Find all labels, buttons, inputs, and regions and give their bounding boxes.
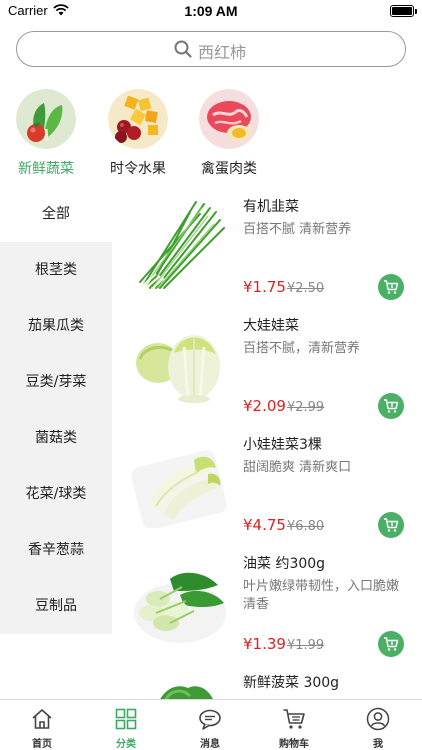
product-price: ¥1.39¥1.99 (243, 635, 324, 653)
search-input[interactable]: 西红柿 (16, 31, 406, 67)
tab-cart[interactable]: 购物车 (252, 700, 336, 750)
sidebar-item-mushrooms[interactable]: 菌菇类 (0, 410, 112, 466)
product-name: 有机韭菜 (243, 199, 299, 215)
top-category-fruits[interactable]: 时令水果 (98, 89, 178, 178)
product-card[interactable]: 小娃娃菜3棵 甜阔脆爽 清新爽口 ¥4.75¥6.80 (120, 426, 422, 546)
cart-add-icon (384, 637, 399, 651)
tab-label: 我 (373, 739, 383, 750)
category-sidebar: 全部 根茎类 茄果瓜类 豆类/芽菜 菌菇类 花菜/球类 香辛葱蒜 豆制品 (0, 186, 112, 634)
sidebar-item-solanaceous-gourds[interactable]: 茄果瓜类 (0, 298, 112, 354)
product-card[interactable]: 有机韭菜 百搭不腻 清新营养 ¥1.75¥2.50 (120, 188, 422, 308)
original-price: ¥2.99 (286, 400, 325, 415)
status-bar: Carrier 1:09 AM (0, 0, 422, 22)
add-to-cart-button[interactable] (378, 274, 404, 300)
add-to-cart-button[interactable] (378, 631, 404, 657)
product-card[interactable]: 大娃娃菜 百搭不腻，清新营养 ¥2.09¥2.99 (120, 307, 422, 427)
cart-add-icon (384, 518, 399, 532)
product-description: 百搭不腻，清新营养 (243, 341, 361, 356)
tab-label: 消息 (200, 739, 220, 750)
top-category-label: 新鲜蔬菜 (18, 161, 74, 177)
product-name: 油菜 约300g (243, 556, 326, 572)
sidebar-item-beans-sprouts[interactable]: 豆类/芽菜 (0, 354, 112, 410)
bottom-tab-bar: 首页 分类 消息 购物车 我 (0, 699, 422, 750)
product-name: 新鲜菠菜 300g (243, 675, 340, 691)
chives-image (139, 201, 225, 290)
product-description: 叶片嫩绿带韧性，入口脆嫩清香 (243, 579, 400, 612)
cart-add-icon (384, 399, 399, 413)
top-category-meat[interactable]: 禽蛋肉类 (189, 89, 269, 178)
spinach-image (160, 686, 213, 699)
tab-label: 分类 (116, 739, 136, 750)
baby-cabbage-image (131, 450, 227, 528)
current-price: ¥2.09 (243, 397, 286, 415)
search-placeholder: 西红柿 (198, 43, 247, 62)
sidebar-item-spices[interactable]: 香辛葱蒜 (0, 522, 112, 578)
bok-choy-image (134, 572, 226, 643)
product-price: ¥4.75¥6.80 (243, 516, 324, 534)
tab-profile[interactable]: 我 (336, 700, 420, 750)
current-price: ¥1.75 (243, 278, 286, 296)
add-to-cart-button[interactable] (378, 393, 404, 419)
battery-icon (390, 5, 417, 17)
tab-category[interactable]: 分类 (84, 700, 168, 750)
fruits-image (108, 89, 168, 149)
cart-icon (283, 709, 305, 729)
product-description: 甜阔脆爽 清新爽口 (243, 460, 352, 475)
product-name: 小娃娃菜3棵 (243, 437, 322, 453)
product-card[interactable]: 油菜 约300g 叶片嫩绿带韧性，入口脆嫩清香 ¥1.39¥1.99 (120, 545, 422, 665)
cart-add-icon (384, 280, 399, 294)
original-price: ¥1.99 (286, 638, 325, 653)
meat-image (199, 89, 259, 149)
top-category-vegetables[interactable]: 新鲜蔬菜 (6, 89, 86, 178)
tab-messages[interactable]: 消息 (168, 700, 252, 750)
original-price: ¥2.50 (286, 281, 325, 296)
top-category-label: 时令水果 (110, 161, 166, 177)
add-to-cart-button[interactable] (378, 512, 404, 538)
tab-label: 购物车 (279, 739, 309, 750)
message-icon (199, 709, 221, 730)
napa-cabbage-image (136, 335, 220, 403)
current-price: ¥1.39 (243, 635, 286, 653)
sidebar-item-cauliflower[interactable]: 花菜/球类 (0, 466, 112, 522)
product-card[interactable]: 新鲜菠菜 300g (120, 664, 422, 699)
search-icon (174, 40, 192, 58)
current-price: ¥4.75 (243, 516, 286, 534)
vegetables-image (16, 89, 76, 149)
sidebar-item-root-vegetables[interactable]: 根茎类 (0, 242, 112, 298)
status-time: 1:09 AM (184, 3, 238, 19)
product-price: ¥1.75¥2.50 (243, 278, 324, 296)
sidebar-item-tofu-products[interactable]: 豆制品 (0, 578, 112, 634)
tab-label: 首页 (32, 739, 52, 750)
category-grid-icon (115, 708, 137, 730)
sidebar-item-all[interactable]: 全部 (0, 186, 112, 242)
product-name: 大娃娃菜 (243, 318, 299, 334)
profile-icon (366, 707, 390, 731)
tab-home[interactable]: 首页 (0, 700, 84, 750)
original-price: ¥6.80 (286, 519, 325, 534)
top-category-label: 禽蛋肉类 (201, 161, 257, 177)
product-description: 百搭不腻 清新营养 (243, 222, 352, 237)
product-price: ¥2.09¥2.99 (243, 397, 324, 415)
home-icon (32, 709, 52, 729)
